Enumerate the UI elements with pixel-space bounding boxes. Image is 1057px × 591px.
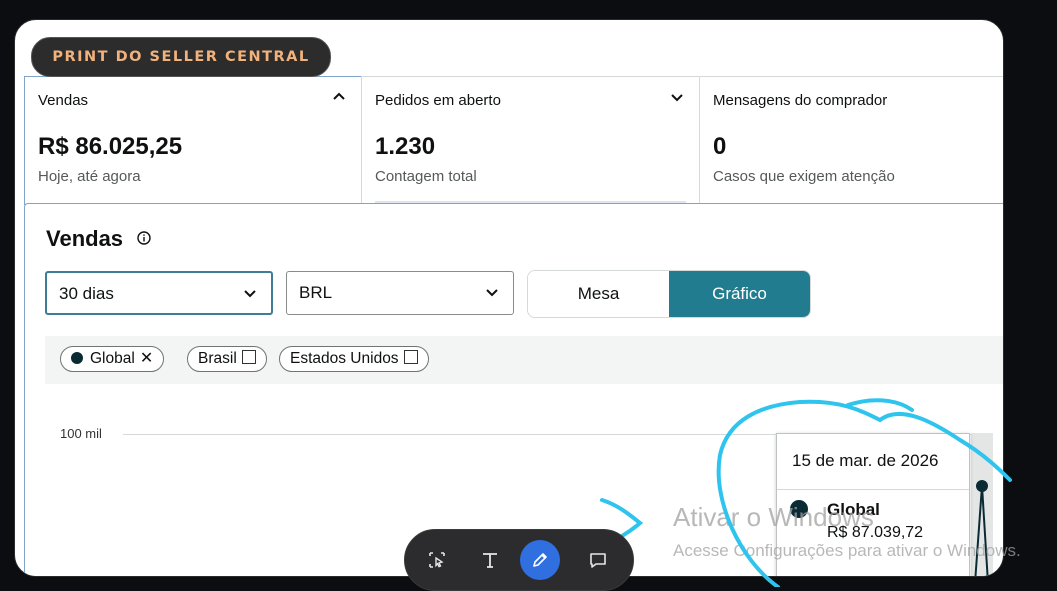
- currency-select-value: BRL: [299, 283, 333, 302]
- card-mensagens[interactable]: Mensagens do comprador 0 Casos que exige…: [699, 76, 1003, 204]
- data-point[interactable]: [976, 480, 988, 492]
- card-vendas[interactable]: Vendas R$ 86.025,25 Hoje, até agora: [24, 76, 362, 205]
- chevron-down-icon: [486, 289, 498, 297]
- print-badge: PRINT DO SELLER CENTRAL: [31, 37, 331, 77]
- card-title: Vendas: [38, 92, 89, 109]
- marketplace-filters: Global ✕ Brasil Estados Unidos: [45, 336, 1003, 384]
- pen-tool-button[interactable]: [520, 540, 560, 580]
- chevron-up-icon[interactable]: [331, 89, 347, 105]
- toggle-mesa[interactable]: Mesa: [528, 271, 669, 317]
- chip-label: Brasil: [198, 350, 237, 367]
- divider: [777, 489, 969, 490]
- checkbox-icon[interactable]: [403, 350, 418, 364]
- seller-central-screenshot: PRINT DO SELLER CENTRAL Vendas R$ 86.025…: [14, 19, 1004, 577]
- period-select-value: 30 dias: [59, 284, 114, 303]
- text-icon: [483, 553, 497, 568]
- card-sub: Contagem total: [375, 168, 477, 185]
- annotation-toolbar: [404, 529, 634, 591]
- toggle-grafico[interactable]: Gráfico: [669, 271, 810, 317]
- windows-watermark-title: Ativar o Windows: [673, 502, 874, 532]
- close-icon[interactable]: ✕: [140, 350, 153, 367]
- pen-icon: [533, 553, 547, 567]
- y-axis-tick: 100 mil: [60, 426, 102, 441]
- filter-chip-estados-unidos[interactable]: Estados Unidos: [279, 346, 429, 372]
- view-toggle: Mesa Gráfico: [527, 270, 811, 318]
- period-select[interactable]: 30 dias: [45, 271, 273, 315]
- card-pedidos[interactable]: Pedidos em aberto 1.230 Contagem total: [361, 76, 700, 204]
- panel-title: Vendas: [46, 226, 124, 251]
- card-value: 0: [713, 133, 727, 160]
- chevron-down-icon[interactable]: [669, 89, 685, 105]
- card-title: Mensagens do comprador: [713, 92, 888, 109]
- card-value: R$ 86.025,25: [38, 133, 183, 160]
- info-icon[interactable]: [137, 231, 151, 245]
- card-sub: Casos que exigem atenção: [713, 168, 895, 185]
- select-icon: [429, 552, 445, 568]
- card-value: 1.230: [375, 133, 436, 160]
- currency-select[interactable]: BRL: [286, 271, 514, 315]
- card-sub: Hoje, até agora: [38, 168, 141, 185]
- filter-chip-brasil[interactable]: Brasil: [187, 346, 267, 372]
- chip-label: Estados Unidos: [290, 350, 399, 367]
- comment-tool-button[interactable]: [578, 540, 618, 580]
- select-tool-button[interactable]: [417, 540, 457, 580]
- windows-watermark-sub: Acesse Configurações para ativar o Windo…: [673, 541, 1021, 560]
- chip-label: Global: [90, 350, 135, 367]
- card-title: Pedidos em aberto: [375, 92, 501, 109]
- comment-icon: [590, 553, 606, 568]
- tooltip-date: 15 de mar. de 2026: [792, 451, 939, 470]
- chevron-down-icon: [244, 290, 256, 298]
- filter-chip-global[interactable]: Global ✕: [60, 346, 165, 372]
- text-tool-button[interactable]: [470, 540, 510, 580]
- checkbox-icon[interactable]: [241, 350, 256, 364]
- series-dot-icon: [71, 352, 83, 364]
